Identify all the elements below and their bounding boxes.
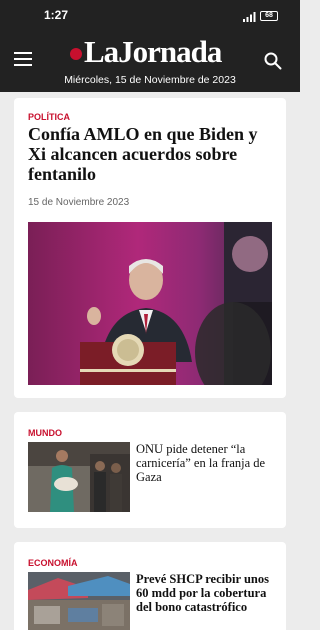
section-label[interactable]: ECONOMÍA [28, 558, 78, 568]
thumbnail-photo-illustration [28, 442, 130, 512]
status-bar: 1:27 68 [0, 0, 300, 30]
battery-level: 68 [265, 12, 273, 19]
article-date: 15 de Noviembre 2023 [28, 197, 130, 208]
logo-text: LaJornada [84, 34, 222, 69]
app-header: LaJornada Miércoles, 15 de Noviembre de … [0, 30, 300, 92]
section-label[interactable]: POLÍTICA [28, 112, 70, 122]
article-card[interactable]: ECONOMÍA Prevé SHCP recibir unos 60 mdd … [14, 542, 286, 630]
article-hero-image[interactable] [28, 222, 272, 385]
status-time: 1:27 [44, 8, 69, 22]
hamburger-menu-icon[interactable] [14, 52, 32, 68]
site-logo[interactable]: LaJornada [68, 34, 248, 70]
article-card[interactable]: MUNDO ONU pide detener “la carnicería” e… [14, 412, 286, 528]
logo-mark-icon [70, 48, 82, 60]
battery-icon: 68 [260, 11, 278, 21]
thumbnail-photo-illustration [28, 572, 130, 630]
section-label[interactable]: MUNDO [28, 428, 62, 438]
signal-icon [243, 12, 256, 22]
header-date: Miércoles, 15 de Noviembre de 2023 [64, 74, 236, 86]
featured-article-card[interactable]: POLÍTICA Confía AMLO en que Biden y Xi a… [14, 98, 286, 398]
article-thumbnail[interactable] [28, 572, 130, 630]
article-headline[interactable]: ONU pide detener “la carnicería” en la f… [136, 442, 276, 484]
article-headline[interactable]: Confía AMLO en que Biden y Xi alcancen a… [28, 124, 274, 184]
article-thumbnail[interactable] [28, 442, 130, 512]
hero-photo-illustration [80, 222, 272, 385]
article-headline[interactable]: Prevé SHCP recibir unos 60 mdd por la co… [136, 572, 276, 614]
search-icon[interactable] [264, 52, 282, 70]
